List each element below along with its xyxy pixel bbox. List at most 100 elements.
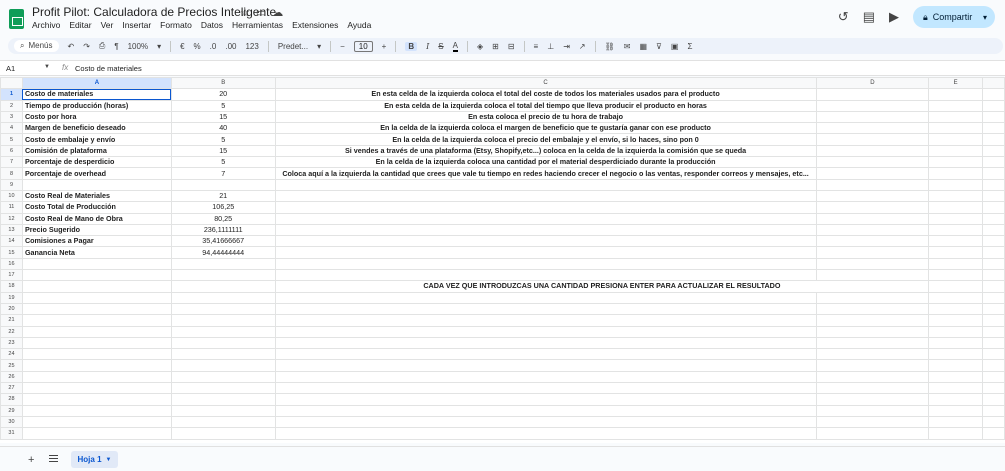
font-size-input[interactable]: 10 [353, 40, 373, 52]
cell-c[interactable]: Coloca aquí a la izquierda la cantidad q… [274, 167, 817, 180]
cell-c[interactable] [274, 291, 817, 304]
menu-item-ver[interactable]: Ver [101, 20, 114, 30]
cell-b[interactable] [170, 359, 276, 372]
cell-a[interactable]: Precio Sugerido [21, 223, 172, 237]
cell-a[interactable] [21, 302, 172, 316]
cell-a[interactable] [21, 415, 172, 429]
sheets-logo-icon[interactable] [9, 9, 24, 29]
cell-a[interactable] [21, 178, 172, 191]
cell-f[interactable] [982, 291, 1005, 304]
cell-d[interactable] [815, 122, 930, 135]
cell-c[interactable]: En esta celda de la izquierda coloca el … [274, 99, 817, 112]
insert-comment-icon[interactable]: ✉ [624, 42, 631, 51]
row-header[interactable]: 19 [0, 291, 23, 304]
chevron-down-icon[interactable]: ▼ [106, 457, 112, 463]
cell-e[interactable] [928, 280, 983, 293]
cell-b[interactable] [170, 393, 276, 406]
row-header[interactable]: 7 [0, 156, 23, 169]
cell-b[interactable]: 106,25 [170, 201, 276, 214]
cell-d[interactable] [815, 223, 930, 237]
merge-cells-icon[interactable]: ⊟ [508, 42, 515, 51]
cell-e[interactable] [928, 88, 983, 101]
font-select[interactable]: Predet... [278, 42, 308, 51]
cell-e[interactable] [928, 212, 983, 225]
cell-d[interactable] [815, 336, 930, 350]
decrease-decimal-button[interactable]: .0 [210, 42, 217, 51]
cell-b[interactable] [170, 404, 276, 417]
history-icon[interactable]: ↺ [838, 9, 849, 25]
row-header[interactable]: 30 [0, 415, 23, 429]
cell-d[interactable] [815, 110, 930, 124]
row-header[interactable]: 16 [0, 257, 23, 271]
row-header[interactable]: 1 [0, 88, 23, 101]
cell-d[interactable] [815, 427, 930, 440]
cell-e[interactable] [928, 269, 983, 282]
menu-item-ayuda[interactable]: Ayuda [347, 20, 371, 30]
column-header-a[interactable]: A [21, 77, 172, 90]
cell-f[interactable] [982, 88, 1005, 101]
cell-b[interactable] [170, 427, 276, 440]
insert-chart-icon[interactable]: ▦ [639, 42, 647, 51]
row-header[interactable]: 18 [0, 280, 23, 293]
cell-f[interactable] [982, 110, 1005, 124]
percent-format-button[interactable]: % [194, 42, 201, 51]
cell-d[interactable] [815, 178, 930, 191]
column-header-b[interactable]: B [170, 77, 276, 90]
cell-a[interactable]: Costo Real de Materiales [21, 189, 172, 203]
cell-d[interactable] [815, 257, 930, 271]
cell-c[interactable] [274, 235, 817, 248]
horizontal-align-icon[interactable]: ≡ [534, 42, 539, 51]
cell-a[interactable]: Costo Real de Mano de Obra [21, 212, 172, 225]
cell-b[interactable] [170, 336, 276, 350]
filter-icon[interactable]: ⊽ [656, 42, 662, 51]
cell-a[interactable] [21, 427, 172, 440]
number-format-button[interactable]: 123 [245, 42, 258, 51]
cell-b[interactable] [170, 302, 276, 316]
cell-f[interactable] [982, 314, 1005, 327]
cell-c[interactable] [274, 427, 817, 440]
cell-d[interactable] [815, 144, 930, 158]
cell-f[interactable] [982, 144, 1005, 158]
move-folder-icon[interactable]: ▭ [256, 6, 266, 19]
row-header[interactable]: 23 [0, 336, 23, 350]
row-header[interactable]: 2 [0, 99, 23, 112]
cell-d[interactable] [815, 156, 930, 169]
print-icon[interactable]: ⎙ [99, 41, 105, 51]
currency-format-button[interactable]: € [180, 42, 184, 51]
cell-c[interactable] [274, 223, 817, 237]
cell-f[interactable] [982, 404, 1005, 417]
cell-e[interactable] [928, 382, 983, 395]
cell-e[interactable] [928, 110, 983, 124]
cell-c[interactable]: Si vendes a través de una plataforma (Et… [274, 144, 817, 158]
cell-e[interactable] [928, 314, 983, 327]
column-header-d[interactable]: D [815, 77, 930, 90]
cell-c[interactable] [274, 178, 817, 191]
cell-b[interactable] [170, 178, 276, 191]
column-header-f[interactable] [982, 77, 1005, 90]
cell-f[interactable] [982, 370, 1005, 384]
cell-e[interactable] [928, 201, 983, 214]
row-header[interactable]: 22 [0, 325, 23, 338]
cell-f[interactable] [982, 336, 1005, 350]
cell-f[interactable] [982, 246, 1005, 259]
cell-f[interactable] [982, 235, 1005, 248]
cell-d[interactable] [815, 235, 930, 248]
cell-c[interactable] [274, 336, 817, 350]
cell-e[interactable] [928, 291, 983, 304]
cell-e[interactable] [928, 404, 983, 417]
cell-e[interactable] [928, 99, 983, 112]
add-sheet-icon[interactable]: + [28, 454, 34, 466]
cell-c[interactable] [274, 269, 817, 282]
cell-a[interactable] [21, 370, 172, 384]
increase-decimal-button[interactable]: .00 [225, 42, 236, 51]
cell-f[interactable] [982, 325, 1005, 338]
cell-f[interactable] [982, 427, 1005, 440]
cell-c[interactable]: En esta coloca el precio de tu hora de t… [274, 110, 817, 124]
cell-d[interactable] [815, 133, 930, 146]
menu-item-editar[interactable]: Editar [69, 20, 91, 30]
menu-item-formato[interactable]: Formato [160, 20, 192, 30]
cell-d[interactable] [815, 246, 930, 259]
cell-d[interactable] [815, 212, 930, 225]
cell-c[interactable] [274, 415, 817, 429]
comments-icon[interactable]: ▤ [863, 9, 875, 25]
